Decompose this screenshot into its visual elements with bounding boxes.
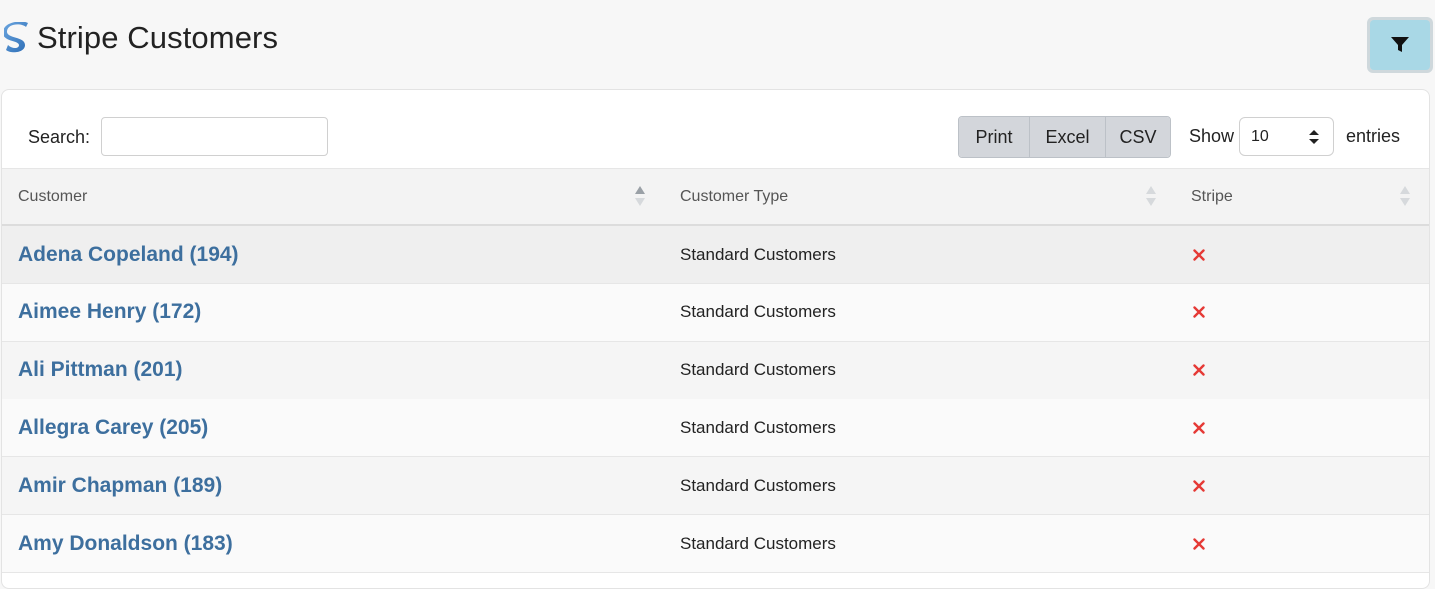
entries-select-value: 10 bbox=[1251, 127, 1269, 145]
customer-cell: Amir Chapman (189) bbox=[18, 457, 222, 514]
column-header-label: Stripe bbox=[1191, 188, 1233, 205]
x-icon bbox=[1193, 537, 1205, 550]
customer-type-text: Standard Customers bbox=[680, 475, 836, 495]
customer-type-text: Standard Customers bbox=[680, 302, 836, 322]
customer-cell: Adena Copeland (194) bbox=[18, 226, 239, 283]
stripe-logo-icon bbox=[4, 22, 28, 53]
customer-cell: Ali Pittman (201) bbox=[18, 342, 183, 399]
stripe-cell bbox=[1193, 342, 1205, 399]
entries-label: entries bbox=[1346, 126, 1401, 146]
page-header: Stripe Customers bbox=[0, 0, 1435, 80]
x-icon bbox=[1193, 364, 1205, 376]
customer-link[interactable]: Ali Pittman (201) bbox=[18, 358, 183, 382]
customer-type-cell: Standard Customers bbox=[680, 457, 836, 514]
select-arrows-icon bbox=[1309, 130, 1319, 144]
search-input[interactable] bbox=[101, 117, 328, 156]
table-row: Amir Chapman (189) Standard Customers bbox=[2, 457, 1429, 516]
customer-type-cell: Standard Customers bbox=[680, 284, 836, 341]
table-row: Ali Pittman (201) Standard Customers bbox=[2, 341, 1429, 400]
stripe-cell bbox=[1193, 399, 1205, 456]
show-label: Show bbox=[1189, 126, 1235, 146]
column-header-customer-type[interactable]: Customer Type bbox=[680, 169, 1160, 225]
entries-select[interactable]: 10 bbox=[1239, 117, 1334, 156]
customer-link[interactable]: Aimee Henry (172) bbox=[18, 300, 201, 324]
table-row: Aimee Henry (172) Standard Customers bbox=[2, 283, 1429, 342]
x-icon bbox=[1193, 248, 1205, 261]
print-button[interactable]: Print bbox=[959, 117, 1030, 157]
export-button-group: Print Excel CSV bbox=[958, 116, 1171, 158]
x-icon bbox=[1193, 422, 1205, 434]
customer-type-cell: Standard Customers bbox=[680, 515, 836, 572]
column-header-label: Customer bbox=[18, 188, 88, 205]
table-row: Allegra Carey (205) Standard Customers bbox=[2, 399, 1429, 458]
column-header-stripe[interactable]: Stripe bbox=[1191, 169, 1423, 225]
filter-button[interactable] bbox=[1367, 17, 1433, 73]
csv-button[interactable]: CSV bbox=[1106, 117, 1170, 157]
excel-button[interactable]: Excel bbox=[1030, 117, 1106, 157]
table-row: Adena Copeland (194) Standard Customers bbox=[2, 226, 1429, 284]
customer-type-cell: Standard Customers bbox=[680, 342, 836, 399]
customer-link[interactable]: Adena Copeland (194) bbox=[18, 243, 239, 267]
filter-funnel-icon bbox=[1391, 37, 1409, 52]
column-header-customer[interactable]: Customer bbox=[18, 169, 658, 225]
column-header-label: Customer Type bbox=[680, 188, 789, 205]
customer-type-cell: Standard Customers bbox=[680, 226, 836, 283]
customer-type-text: Standard Customers bbox=[680, 360, 836, 380]
customer-type-text: Standard Customers bbox=[680, 533, 836, 553]
sort-icon bbox=[1400, 186, 1410, 206]
customer-link[interactable]: Amy Donaldson (183) bbox=[18, 532, 233, 556]
search-label: Search: bbox=[28, 127, 91, 147]
customer-cell: Aimee Henry (172) bbox=[18, 284, 201, 341]
stripe-cell bbox=[1193, 284, 1205, 341]
customer-link[interactable]: Allegra Carey (205) bbox=[18, 416, 208, 440]
customer-type-text: Standard Customers bbox=[680, 417, 836, 437]
page-title: Stripe Customers bbox=[37, 20, 279, 55]
sort-icon bbox=[1146, 186, 1156, 206]
stripe-cell bbox=[1193, 226, 1205, 283]
stripe-cell bbox=[1193, 457, 1205, 514]
sort-ascending-icon bbox=[635, 186, 645, 206]
customer-cell: Allegra Carey (205) bbox=[18, 399, 208, 456]
table-header: Customer Customer Type Stripe bbox=[2, 168, 1429, 226]
x-icon bbox=[1193, 306, 1205, 318]
stripe-cell bbox=[1193, 515, 1205, 572]
table-row: Amy Donaldson (183) Standard Customers bbox=[2, 515, 1429, 573]
x-icon bbox=[1193, 479, 1205, 492]
customer-type-text: Standard Customers bbox=[680, 244, 836, 264]
customers-card: Search: Print Excel CSV Show 10 entries … bbox=[1, 89, 1430, 589]
customer-type-cell: Standard Customers bbox=[680, 399, 836, 456]
customer-link[interactable]: Amir Chapman (189) bbox=[18, 474, 222, 498]
customer-cell: Amy Donaldson (183) bbox=[18, 515, 233, 572]
